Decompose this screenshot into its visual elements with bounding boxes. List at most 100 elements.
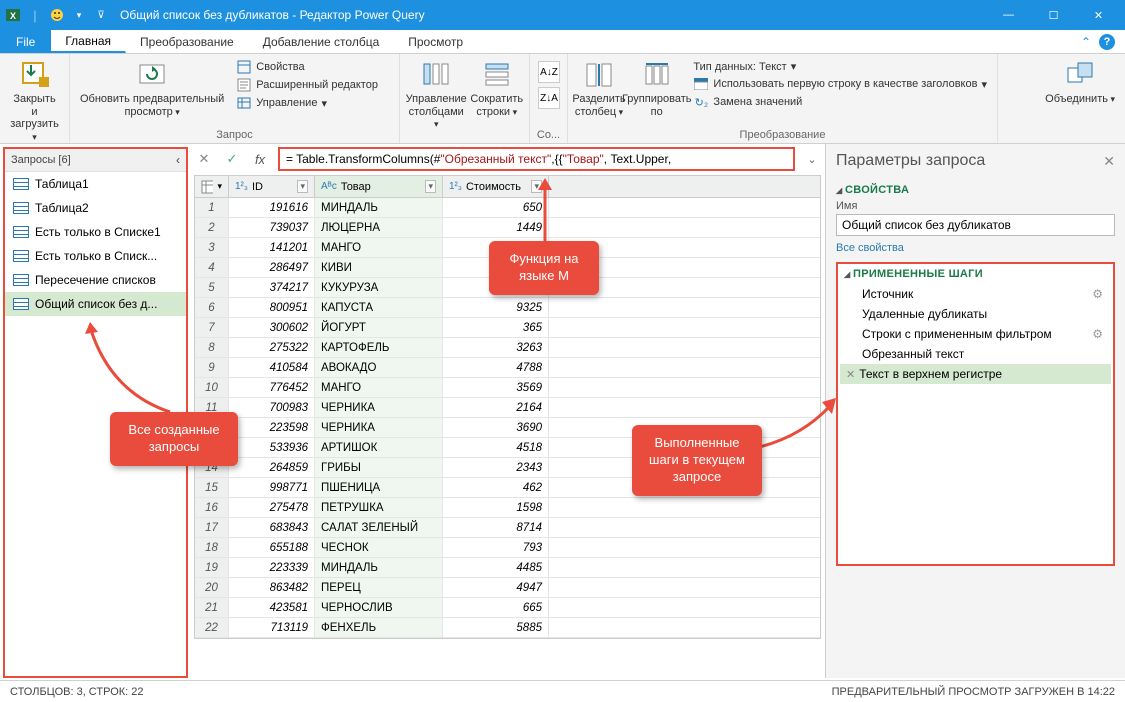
tab-addcolumn[interactable]: Добавление столбца <box>249 30 395 53</box>
cell-tovar[interactable]: ГРИБЫ <box>315 458 443 477</box>
cell-cost[interactable]: 4485 <box>443 558 549 577</box>
cell-tovar[interactable]: КАПУСТА <box>315 298 443 317</box>
properties-button[interactable]: Свойства <box>232 59 382 75</box>
cell-tovar[interactable]: МАНГО <box>315 378 443 397</box>
cell-tovar[interactable]: ЛЮЦЕРНА <box>315 218 443 237</box>
tab-transform[interactable]: Преобразование <box>126 30 249 53</box>
collapse-ribbon-icon[interactable]: ⌃ <box>1081 35 1091 49</box>
cell-id[interactable]: 275322 <box>229 338 315 357</box>
cell-id[interactable]: 739037 <box>229 218 315 237</box>
formula-fx-icon[interactable]: fx <box>250 149 270 169</box>
table-row[interactable]: 11 700983 ЧЕРНИКА 2164 <box>195 398 820 418</box>
properties-section[interactable]: СВОЙСТВА <box>836 184 1115 196</box>
table-row[interactable]: 20 863482 ПЕРЕЦ 4947 <box>195 578 820 598</box>
cell-cost[interactable]: 462 <box>443 478 549 497</box>
table-row[interactable]: 2 739037 ЛЮЦЕРНА 1449 <box>195 218 820 238</box>
help-icon[interactable]: ? <box>1099 34 1115 50</box>
step-gear-icon[interactable]: ⚙ <box>1092 327 1103 341</box>
cell-tovar[interactable]: АРТИШОК <box>315 438 443 457</box>
smiley-icon[interactable] <box>48 6 66 24</box>
cell-tovar[interactable]: АВОКАДО <box>315 358 443 377</box>
cell-cost[interactable]: 2164 <box>443 398 549 417</box>
cell-tovar[interactable]: КАРТОФЕЛЬ <box>315 338 443 357</box>
formula-expand-icon[interactable]: ⌄ <box>803 153 821 166</box>
tab-file[interactable]: File <box>0 30 51 53</box>
cell-tovar[interactable]: ЧЕРНИКА <box>315 398 443 417</box>
dropdown-icon[interactable]: ▾ <box>70 6 88 24</box>
cell-id[interactable]: 655188 <box>229 538 315 557</box>
cell-cost[interactable]: 1598 <box>443 498 549 517</box>
cell-tovar[interactable]: ПЕРЕЦ <box>315 578 443 597</box>
cell-id[interactable]: 863482 <box>229 578 315 597</box>
cell-cost[interactable]: 5885 <box>443 618 549 637</box>
cell-cost[interactable]: 3569 <box>443 378 549 397</box>
sort-asc-button[interactable]: A↓Z <box>538 61 560 83</box>
table-row[interactable]: 17 683843 САЛАТ ЗЕЛЕНЫЙ 8714 <box>195 518 820 538</box>
query-item[interactable]: Есть только в Списк... <box>5 244 186 268</box>
cell-tovar[interactable]: МИНДАЛЬ <box>315 558 443 577</box>
query-item[interactable]: Есть только в Списке1 <box>5 220 186 244</box>
cell-tovar[interactable]: МАНГО <box>315 238 443 257</box>
cell-id[interactable]: 141201 <box>229 238 315 257</box>
cell-id[interactable]: 286497 <box>229 258 315 277</box>
cell-id[interactable]: 776452 <box>229 378 315 397</box>
cell-cost[interactable]: 8714 <box>443 518 549 537</box>
advanced-editor-button[interactable]: Расширенный редактор <box>232 77 382 93</box>
table-corner[interactable]: ▾ <box>195 176 229 197</box>
cell-id[interactable]: 223339 <box>229 558 315 577</box>
panel-close-icon[interactable]: ✕ <box>1103 153 1115 170</box>
cell-tovar[interactable]: ФЕНХЕЛЬ <box>315 618 443 637</box>
table-row[interactable]: 19 223339 МИНДАЛЬ 4485 <box>195 558 820 578</box>
query-item[interactable]: Таблица2 <box>5 196 186 220</box>
cell-tovar[interactable]: ПЕТРУШКА <box>315 498 443 517</box>
query-name-input[interactable] <box>836 214 1115 236</box>
replace-values-button[interactable]: ↻₂Замена значений <box>689 94 991 110</box>
manage-columns-button[interactable]: Управлениестолбцами <box>406 57 466 133</box>
formula-bar[interactable]: = Table.TransformColumns(#"Обрезанный те… <box>278 147 795 171</box>
sort-desc-button[interactable]: Z↓A <box>538 87 560 109</box>
query-item[interactable]: Пересечение списков <box>5 268 186 292</box>
table-row[interactable]: 21 423581 ЧЕРНОСЛИВ 665 <box>195 598 820 618</box>
maximize-button[interactable]: ☐ <box>1031 0 1076 30</box>
query-item[interactable]: Таблица1 <box>5 172 186 196</box>
cell-cost[interactable]: 9325 <box>443 298 549 317</box>
table-row[interactable]: 8 275322 КАРТОФЕЛЬ 3263 <box>195 338 820 358</box>
cell-id[interactable]: 713119 <box>229 618 315 637</box>
cell-cost[interactable]: 665 <box>443 598 549 617</box>
cell-id[interactable]: 533936 <box>229 438 315 457</box>
cell-tovar[interactable]: ЧЕРНОСЛИВ <box>315 598 443 617</box>
cell-id[interactable]: 700983 <box>229 398 315 417</box>
formula-accept-icon[interactable]: ✓ <box>222 149 242 169</box>
applied-step[interactable]: Источник⚙ <box>840 284 1111 304</box>
reduce-rows-button[interactable]: Сократитьстроки <box>470 57 523 120</box>
data-type-button[interactable]: Тип данных: Текст ▾ <box>689 59 991 74</box>
cell-id[interactable]: 191616 <box>229 198 315 217</box>
cell-cost[interactable]: 4788 <box>443 358 549 377</box>
cell-cost[interactable]: 365 <box>443 318 549 337</box>
cell-tovar[interactable]: ЧЕРНИКА <box>315 418 443 437</box>
query-item[interactable]: Общий список без д... <box>5 292 186 316</box>
cell-id[interactable]: 410584 <box>229 358 315 377</box>
table-row[interactable]: 22 713119 ФЕНХЕЛЬ 5885 <box>195 618 820 638</box>
table-row[interactable]: 10 776452 МАНГО 3569 <box>195 378 820 398</box>
cell-tovar[interactable]: КУКУРУЗА <box>315 278 443 297</box>
table-row[interactable]: 18 655188 ЧЕСНОК 793 <box>195 538 820 558</box>
table-row[interactable]: 6 800951 КАПУСТА 9325 <box>195 298 820 318</box>
cell-tovar[interactable]: МИНДАЛЬ <box>315 198 443 217</box>
cell-tovar[interactable]: КИВИ <box>315 258 443 277</box>
table-row[interactable]: 1 191616 МИНДАЛЬ 650 <box>195 198 820 218</box>
tab-home[interactable]: Главная <box>51 30 126 53</box>
group-by-button[interactable]: Группироватьпо <box>628 57 685 120</box>
table-row[interactable]: 16 275478 ПЕТРУШКА 1598 <box>195 498 820 518</box>
split-column-button[interactable]: Разделитьстолбец <box>574 57 624 120</box>
minimize-button[interactable]: — <box>986 0 1031 30</box>
step-gear-icon[interactable]: ⚙ <box>1092 287 1103 301</box>
close-button[interactable]: ✕ <box>1076 0 1121 30</box>
cell-id[interactable]: 223598 <box>229 418 315 437</box>
applied-step[interactable]: Удаленные дубликаты <box>840 304 1111 324</box>
cell-id[interactable]: 374217 <box>229 278 315 297</box>
close-and-load-button[interactable]: Закрыть изагрузить <box>6 57 63 146</box>
column-header-id[interactable]: 1²₃ID▾ <box>229 176 315 197</box>
cell-cost[interactable]: 793 <box>443 538 549 557</box>
cell-id[interactable]: 800951 <box>229 298 315 317</box>
